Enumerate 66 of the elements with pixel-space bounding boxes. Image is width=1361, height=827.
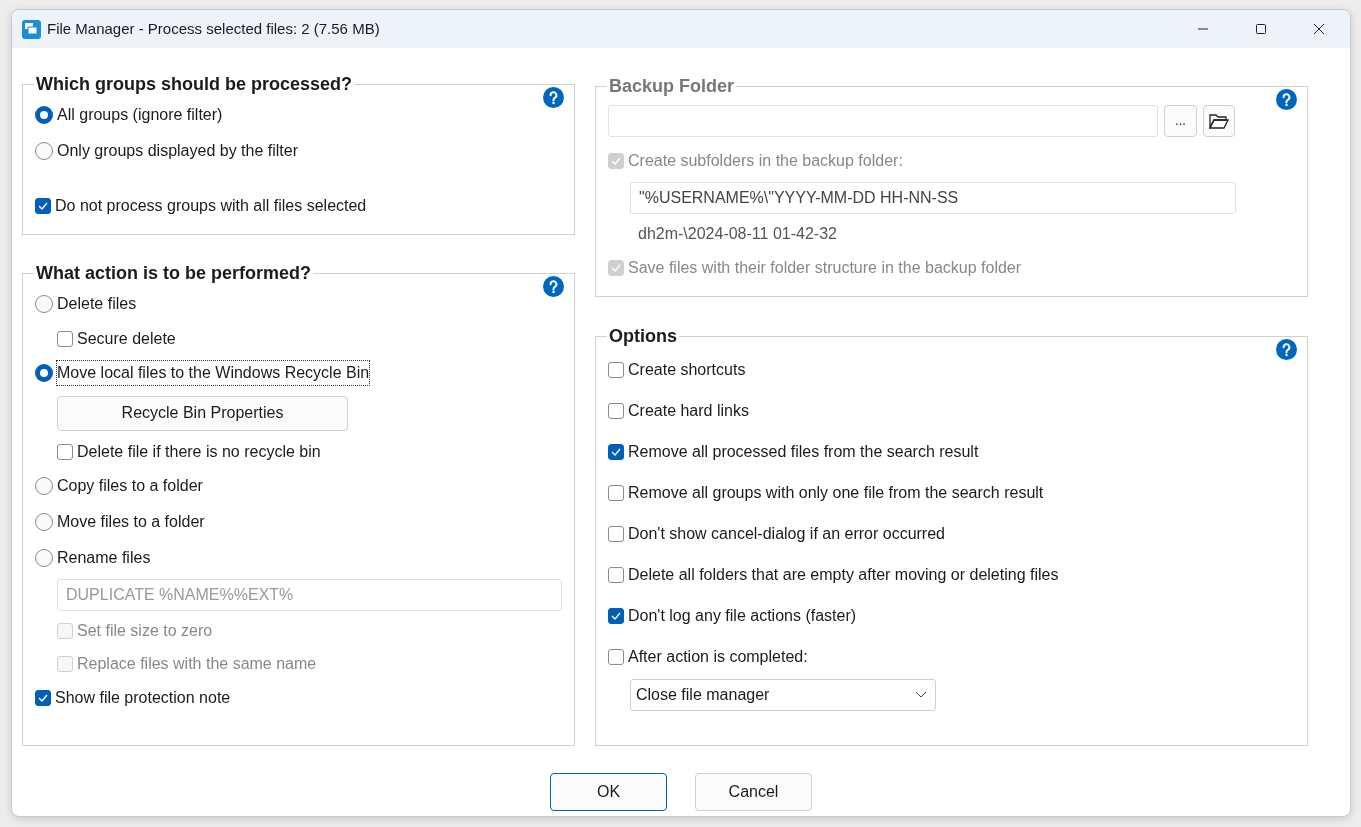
checkbox-label[interactable]: Secure delete [77, 326, 176, 351]
radio-button[interactable] [35, 513, 53, 531]
checkbox[interactable] [35, 690, 51, 706]
radio-label[interactable]: Copy files to a folder [57, 474, 203, 498]
radio-button[interactable] [35, 364, 53, 382]
checkbox-label[interactable]: Don't show cancel-dialog if an error occurred [628, 521, 945, 546]
help-icon[interactable] [1276, 339, 1297, 360]
checkbox-label[interactable]: Remove all groups with only one file from the search result [628, 480, 1044, 505]
checkbox[interactable] [608, 443, 624, 460]
window-title: File Manager - Process selected files: 2 (7.56 MB) [47, 18, 380, 39]
radio-label[interactable]: Move local files to the Windows Recycle Bin [57, 361, 370, 385]
check-icon [611, 157, 621, 165]
close-icon [1313, 23, 1325, 35]
checkbox-label[interactable]: Create shortcuts [628, 357, 746, 382]
folder-icon [1209, 113, 1229, 129]
checkbox-label[interactable]: Remove all processed files from the search result [628, 439, 979, 464]
checkbox[interactable] [608, 607, 624, 624]
checkbox-label[interactable]: Don't log any file actions (faster) [628, 603, 857, 628]
checkbox-label[interactable]: Create hard links [628, 398, 749, 423]
app-icon [22, 19, 41, 39]
radio-label[interactable]: Rename files [57, 546, 151, 570]
radio-label[interactable]: Move files to a folder [57, 510, 205, 534]
dialog-button[interactable]: Cancel [695, 773, 812, 811]
caret-icon [915, 691, 927, 699]
properties-button[interactable]: Recycle Bin Properties [57, 395, 348, 431]
check-icon [611, 447, 621, 456]
check-icon [611, 611, 621, 620]
group-title: What action is to be performed? [35, 264, 313, 282]
checkbox-label: Set file size to zero [77, 620, 213, 641]
checkbox-label: Replace files with the same name [77, 653, 317, 674]
radio-button[interactable] [35, 549, 53, 567]
radio-button[interactable] [35, 477, 53, 495]
checkbox[interactable] [608, 484, 624, 501]
checkbox[interactable] [608, 648, 624, 665]
checkbox-label[interactable]: Delete all folders that are empty after moving or deleting files [628, 562, 1059, 587]
radio-label[interactable]: Delete files [57, 292, 137, 316]
group-title: Backup Folder [608, 77, 736, 95]
radio-button[interactable] [35, 106, 53, 124]
group-title: Which groups should be processed? [35, 75, 354, 93]
maximize-icon [1255, 23, 1267, 35]
checkbox-label[interactable]: Do not process groups with all files selected [55, 194, 367, 218]
checkbox[interactable] [608, 566, 624, 583]
dialog-button[interactable]: OK [550, 773, 667, 811]
checkbox[interactable] [608, 402, 624, 419]
radio-label[interactable]: All groups (ignore filter) [57, 103, 223, 127]
checkbox[interactable] [35, 198, 51, 214]
preview-path: dh2m-\2024-08-11 01-42-32 [637, 223, 837, 244]
checkbox[interactable] [608, 525, 624, 542]
group-title: Options [608, 327, 678, 345]
checkbox[interactable] [608, 361, 624, 378]
check-icon [611, 264, 621, 272]
checkbox-label[interactable]: Delete file if there is no recycle bin [77, 439, 321, 464]
help-icon[interactable] [543, 276, 564, 297]
help-icon[interactable] [543, 87, 564, 108]
checkbox-label[interactable]: After action is completed: [628, 644, 808, 669]
check-icon [38, 202, 48, 210]
radio-label[interactable]: Only groups displayed by the filter [57, 139, 298, 163]
checkbox-label: Save files with their folder structure in the backup folder [628, 258, 1022, 278]
checkbox-label[interactable]: Show file protection note [55, 686, 231, 710]
checkbox-label: Create subfolders in the backup folder: [628, 151, 903, 171]
dropdown-field[interactable]: Close file manager [630, 679, 936, 711]
checkbox[interactable] [57, 443, 73, 460]
check-icon [38, 694, 48, 702]
radio-button[interactable] [35, 295, 53, 313]
radio-button[interactable] [35, 142, 53, 160]
checkbox[interactable] [57, 330, 73, 347]
